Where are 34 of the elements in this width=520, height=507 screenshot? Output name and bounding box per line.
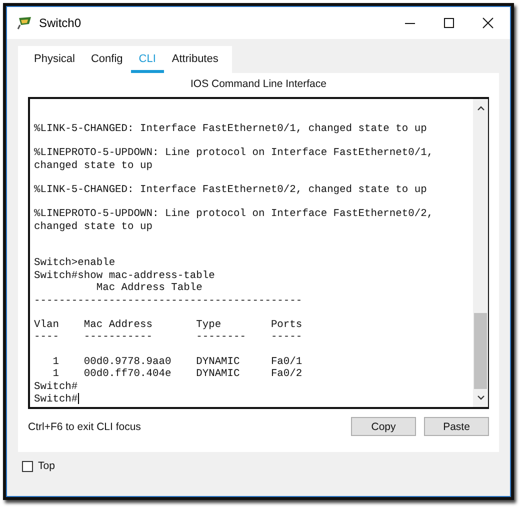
console-line: %LINK-5-CHANGED: Interface FastEthernet0/1, changed state to up: [34, 122, 427, 136]
console-line: -------------------------------------------: [34, 294, 302, 308]
scrollbar[interactable]: [473, 99, 488, 407]
window-title: Switch0: [39, 16, 82, 30]
console-line: 1 00d0.9778.9aa0 DYNAMIC Fa0/1: [52, 356, 302, 368]
console-line: %LINEPROTO-5-UPDOWN: Line protocol on Interface FastEthernet0/1,: [34, 147, 434, 160]
checkbox[interactable]: [22, 460, 33, 472]
tab[interactable]: Physical: [26, 51, 83, 73]
paste-button[interactable]: Paste: [424, 417, 489, 436]
console-line: 1 00d0.ff70.404e DYNAMIC Fa0/2: [52, 368, 302, 381]
console-line: changed state to up: [34, 220, 152, 234]
close-icon[interactable]: [482, 17, 494, 29]
console-line: ---- ----------- -------- -----: [34, 331, 302, 344]
checkbox-label: Top: [38, 460, 55, 472]
console[interactable]: [28, 97, 489, 409]
focus-hint: Ctrl+F6 to exit CLI focus: [28, 420, 141, 432]
console-line: changed state to up: [34, 160, 152, 172]
console-line: %LINK-5-CHANGED: Interface FastEthernet0/2, changed state to up: [34, 184, 427, 197]
switch-device-icon: [17, 16, 33, 30]
scroll-up-icon[interactable]: [476, 105, 484, 111]
tab[interactable]: Config: [82, 51, 131, 73]
panel-title: IOS Command Line Interface: [190, 77, 328, 92]
console-line: Switch>enable: [34, 257, 116, 270]
console-line: Switch#show mac-address-table: [34, 270, 215, 282]
console-line: Vlan Mac Address Type Ports: [34, 318, 302, 332]
console-line: %LINEPROTO-5-UPDOWN: Line protocol on Interface FastEthernet0/2,: [34, 208, 434, 221]
tab[interactable]: Attributes: [164, 51, 226, 73]
maximize-icon[interactable]: [443, 17, 455, 29]
scrollbar-thumb[interactable]: [474, 313, 487, 389]
scroll-down-icon[interactable]: [476, 395, 484, 401]
copy-button[interactable]: Copy: [351, 417, 416, 436]
console-line: Switch#: [34, 380, 78, 394]
console-prompt[interactable]: Switch#: [34, 393, 79, 406]
console-line: Mac Address Table: [95, 282, 202, 295]
